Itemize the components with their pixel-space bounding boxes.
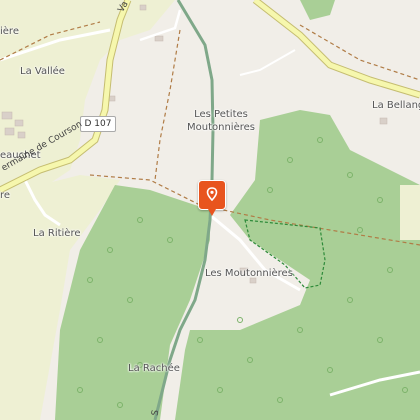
place-label-la-rachee: La Rachée xyxy=(128,363,180,374)
place-label-iere-top: ière xyxy=(0,26,19,37)
farmland-area xyxy=(0,0,175,200)
place-label-la-ritiere: La Ritière xyxy=(33,228,81,239)
place-label-petites-moutonnieres: Les Petites Moutonnières xyxy=(187,108,255,134)
location-pin-icon xyxy=(206,187,218,201)
location-marker[interactable] xyxy=(198,180,226,216)
clearing xyxy=(400,185,420,240)
place-label-line2: Moutonnières xyxy=(187,122,255,133)
place-label-la-vallee: La Vallée xyxy=(20,66,65,77)
place-label-line1: Les Petites xyxy=(194,109,248,120)
forest-patch xyxy=(300,0,335,20)
road-shield-d107: D 107 xyxy=(80,116,116,132)
place-label-les-moutonnieres: Les Moutonnières xyxy=(205,268,293,279)
place-label-la-bellang: La Bellang xyxy=(372,100,420,111)
map-canvas[interactable]: D 107 La Vallée Les Petites Moutonnières… xyxy=(0,0,420,420)
place-label-re-left: re xyxy=(0,190,11,201)
